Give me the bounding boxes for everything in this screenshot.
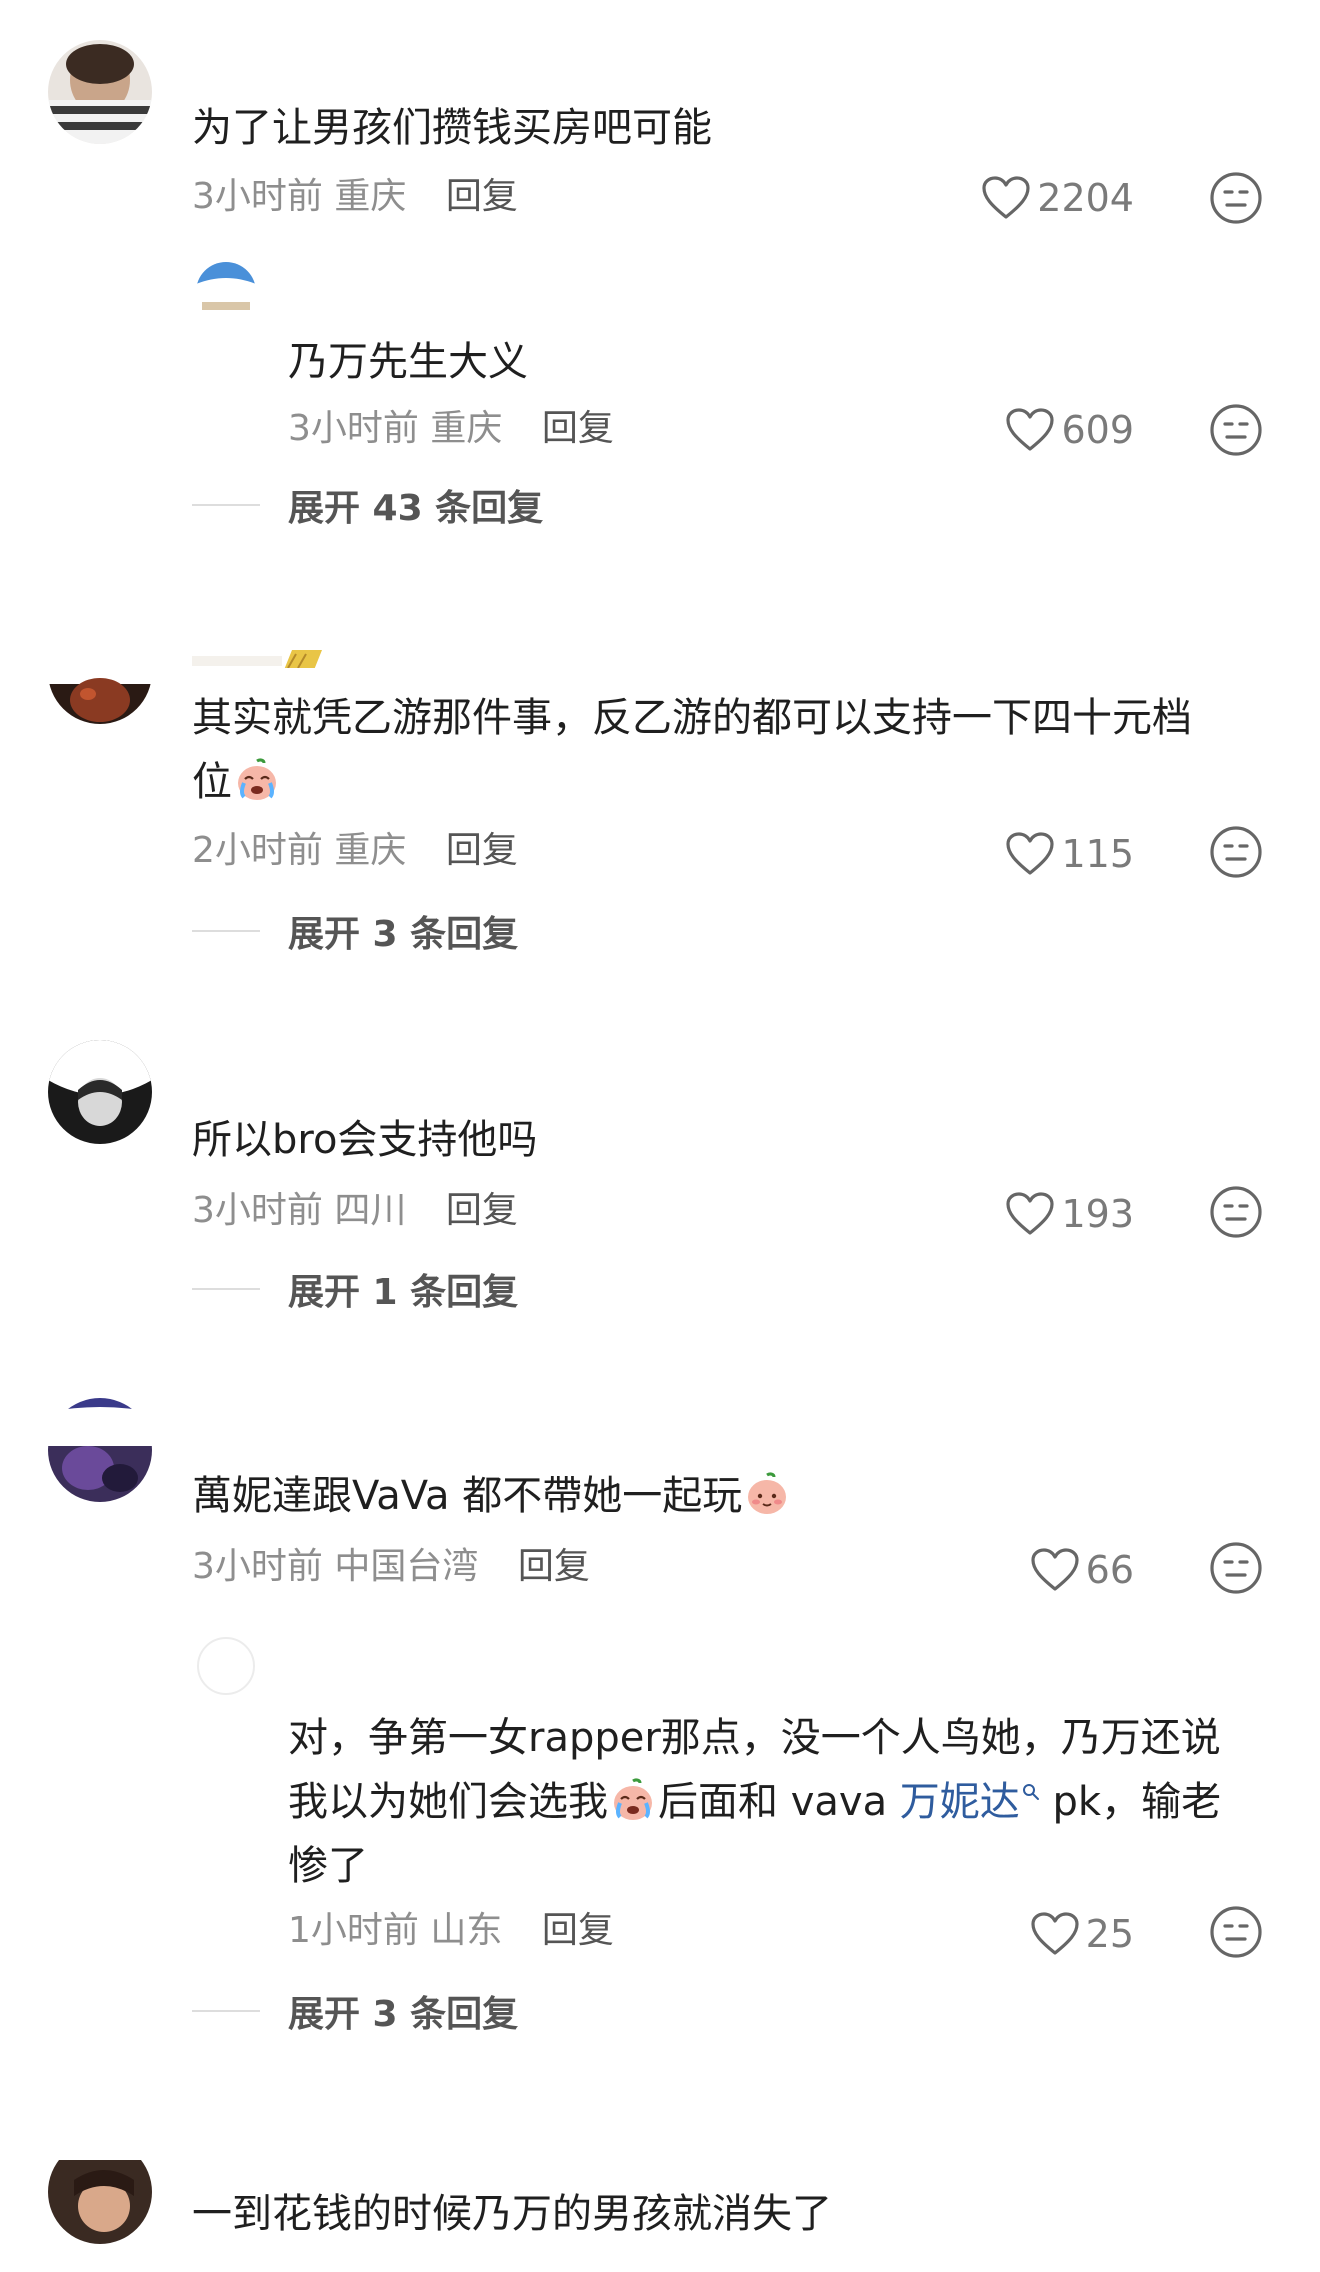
heart-outline-icon (982, 176, 1030, 219)
comment-time: 3小时前 (192, 1546, 323, 1587)
reply-text-line2a: 我以为她们会选我 (288, 1779, 608, 1825)
comment-text: 为了让男孩们攒钱买房吧可能 (192, 105, 712, 151)
neutral-face-icon (1210, 1542, 1262, 1594)
comment-text: 一到花钱的时候乃万的男孩就消失了 (192, 2191, 832, 2237)
neutral-face-icon (1210, 826, 1262, 878)
dislike-button[interactable] (1208, 824, 1264, 880)
reply-avatar[interactable] (196, 1636, 256, 1696)
heart-outline-icon (1031, 1912, 1079, 1955)
reply-button[interactable]: 回复 (446, 176, 518, 217)
search-icon[interactable] (1022, 1783, 1040, 1801)
dislike-button[interactable] (1208, 170, 1264, 226)
reply-button[interactable]: 回复 (446, 830, 518, 871)
neutral-face-icon (1210, 172, 1262, 224)
reply-button[interactable]: 回复 (446, 1190, 518, 1231)
comment-text-body: 萬妮達跟VaVa 都不帶她一起玩 (192, 1473, 743, 1519)
comment-text-line1: 其实就凭乙游那件事，反乙游的都可以支持一下四十元档 (192, 695, 1192, 741)
crying-face-emoji (614, 1778, 652, 1820)
like-count: 115 (1061, 832, 1134, 876)
comment-meta: 3小时前 重庆 回复 (192, 172, 518, 222)
reply-time: 3小时前 (288, 408, 419, 449)
mention-link[interactable]: 万妮达 (900, 1779, 1020, 1825)
expand-replies-button[interactable]: 展开 3 条回复 (192, 1986, 518, 2036)
neutral-face-icon (1210, 1906, 1262, 1958)
neutral-face-icon (1210, 404, 1262, 456)
like-button[interactable]: 115 (1005, 826, 1134, 882)
expand-replies-button[interactable]: 展开 43 条回复 (192, 480, 543, 530)
like-button[interactable]: 25 (1030, 1906, 1134, 1962)
comment-text: 其实就凭乙游那件事，反乙游的都可以支持一下四十元档 位 (192, 686, 1252, 814)
comment-location: 四川 (334, 1190, 407, 1231)
reply-text-line1: 对，争第一女rapper那点，没一个人鸟她，乃万还说 (288, 1715, 1221, 1761)
like-button[interactable]: 609 (1005, 402, 1134, 458)
crying-face-emoji (238, 758, 276, 800)
reply-avatar[interactable] (196, 262, 256, 322)
like-count: 25 (1085, 1912, 1134, 1956)
comment-location: 重庆 (334, 830, 407, 871)
dislike-button[interactable] (1208, 1540, 1264, 1596)
reply-time: 1小时前 (288, 1910, 419, 1951)
reply-meta: 3小时前 重庆 回复 (288, 404, 614, 454)
peach-face-emoji (748, 1472, 787, 1514)
dislike-button[interactable] (1208, 402, 1264, 458)
username-badge-icon (192, 650, 322, 668)
divider (192, 504, 260, 506)
heart-outline-icon (1031, 1548, 1079, 1591)
comment-location: 重庆 (334, 176, 407, 217)
like-count: 66 (1085, 1548, 1134, 1592)
comment-location: 中国台湾 (334, 1546, 479, 1587)
divider (192, 2010, 260, 2012)
reply-meta: 1小时前 山东 回复 (288, 1906, 614, 1956)
neutral-face-icon (1210, 1186, 1262, 1238)
comment-meta: 3小时前 四川 回复 (192, 1186, 518, 1236)
reply-button[interactable]: 回复 (542, 1910, 614, 1951)
comment-text: 所以bro会支持他吗 (192, 1117, 538, 1163)
avatar[interactable] (48, 2140, 152, 2244)
heart-outline-icon (1006, 1192, 1055, 1235)
reply-location: 山东 (430, 1910, 503, 1951)
like-count: 193 (1061, 1192, 1134, 1236)
divider (192, 1288, 260, 1290)
avatar[interactable] (48, 1398, 152, 1502)
username[interactable] (192, 648, 322, 668)
like-button[interactable]: 66 (1030, 1542, 1134, 1598)
reply-text-line2c: pk，输老 (1039, 1779, 1222, 1825)
expand-replies-button[interactable]: 展开 1 条回复 (192, 1264, 518, 1314)
expand-replies-button[interactable]: 展开 3 条回复 (192, 906, 518, 956)
reply-location: 重庆 (430, 408, 503, 449)
like-button[interactable]: 2204 (981, 170, 1134, 226)
comment-meta: 3小时前 中国台湾 回复 (192, 1542, 590, 1592)
reply-text-line2b: 后面和 vava (658, 1779, 900, 1825)
reply-button[interactable]: 回复 (542, 408, 614, 449)
expand-label: 展开 43 条回复 (288, 488, 544, 529)
dislike-button[interactable] (1208, 1184, 1264, 1240)
reply-text: 对，争第一女rapper那点，没一个人鸟她，乃万还说 我以为她们会选我 后面和 v… (288, 1706, 1268, 1898)
reply-text: 乃万先生大义 (288, 339, 528, 385)
dislike-button[interactable] (1208, 1904, 1264, 1960)
avatar[interactable] (48, 620, 152, 724)
heart-outline-icon (1006, 408, 1055, 451)
divider (192, 930, 260, 932)
comment-time: 2小时前 (192, 830, 323, 871)
avatar[interactable] (48, 1040, 152, 1144)
like-count: 2204 (1037, 176, 1134, 220)
reply-text-line3: 惨了 (288, 1843, 368, 1889)
expand-label: 展开 3 条回复 (288, 1994, 519, 2035)
like-button[interactable]: 193 (1005, 1186, 1134, 1242)
comment-time: 3小时前 (192, 176, 323, 217)
reply-button[interactable]: 回复 (518, 1546, 590, 1587)
comment-meta: 2小时前 重庆 回复 (192, 826, 518, 876)
avatar[interactable] (48, 40, 152, 144)
comment-time: 3小时前 (192, 1190, 323, 1231)
expand-label: 展开 3 条回复 (288, 914, 519, 955)
comment-text: 萬妮達跟VaVa 都不帶她一起玩 (192, 1464, 1252, 1528)
comment-text-line2: 位 (192, 759, 232, 805)
expand-label: 展开 1 条回复 (288, 1272, 519, 1313)
heart-outline-icon (1006, 832, 1055, 875)
like-count: 609 (1061, 408, 1134, 452)
